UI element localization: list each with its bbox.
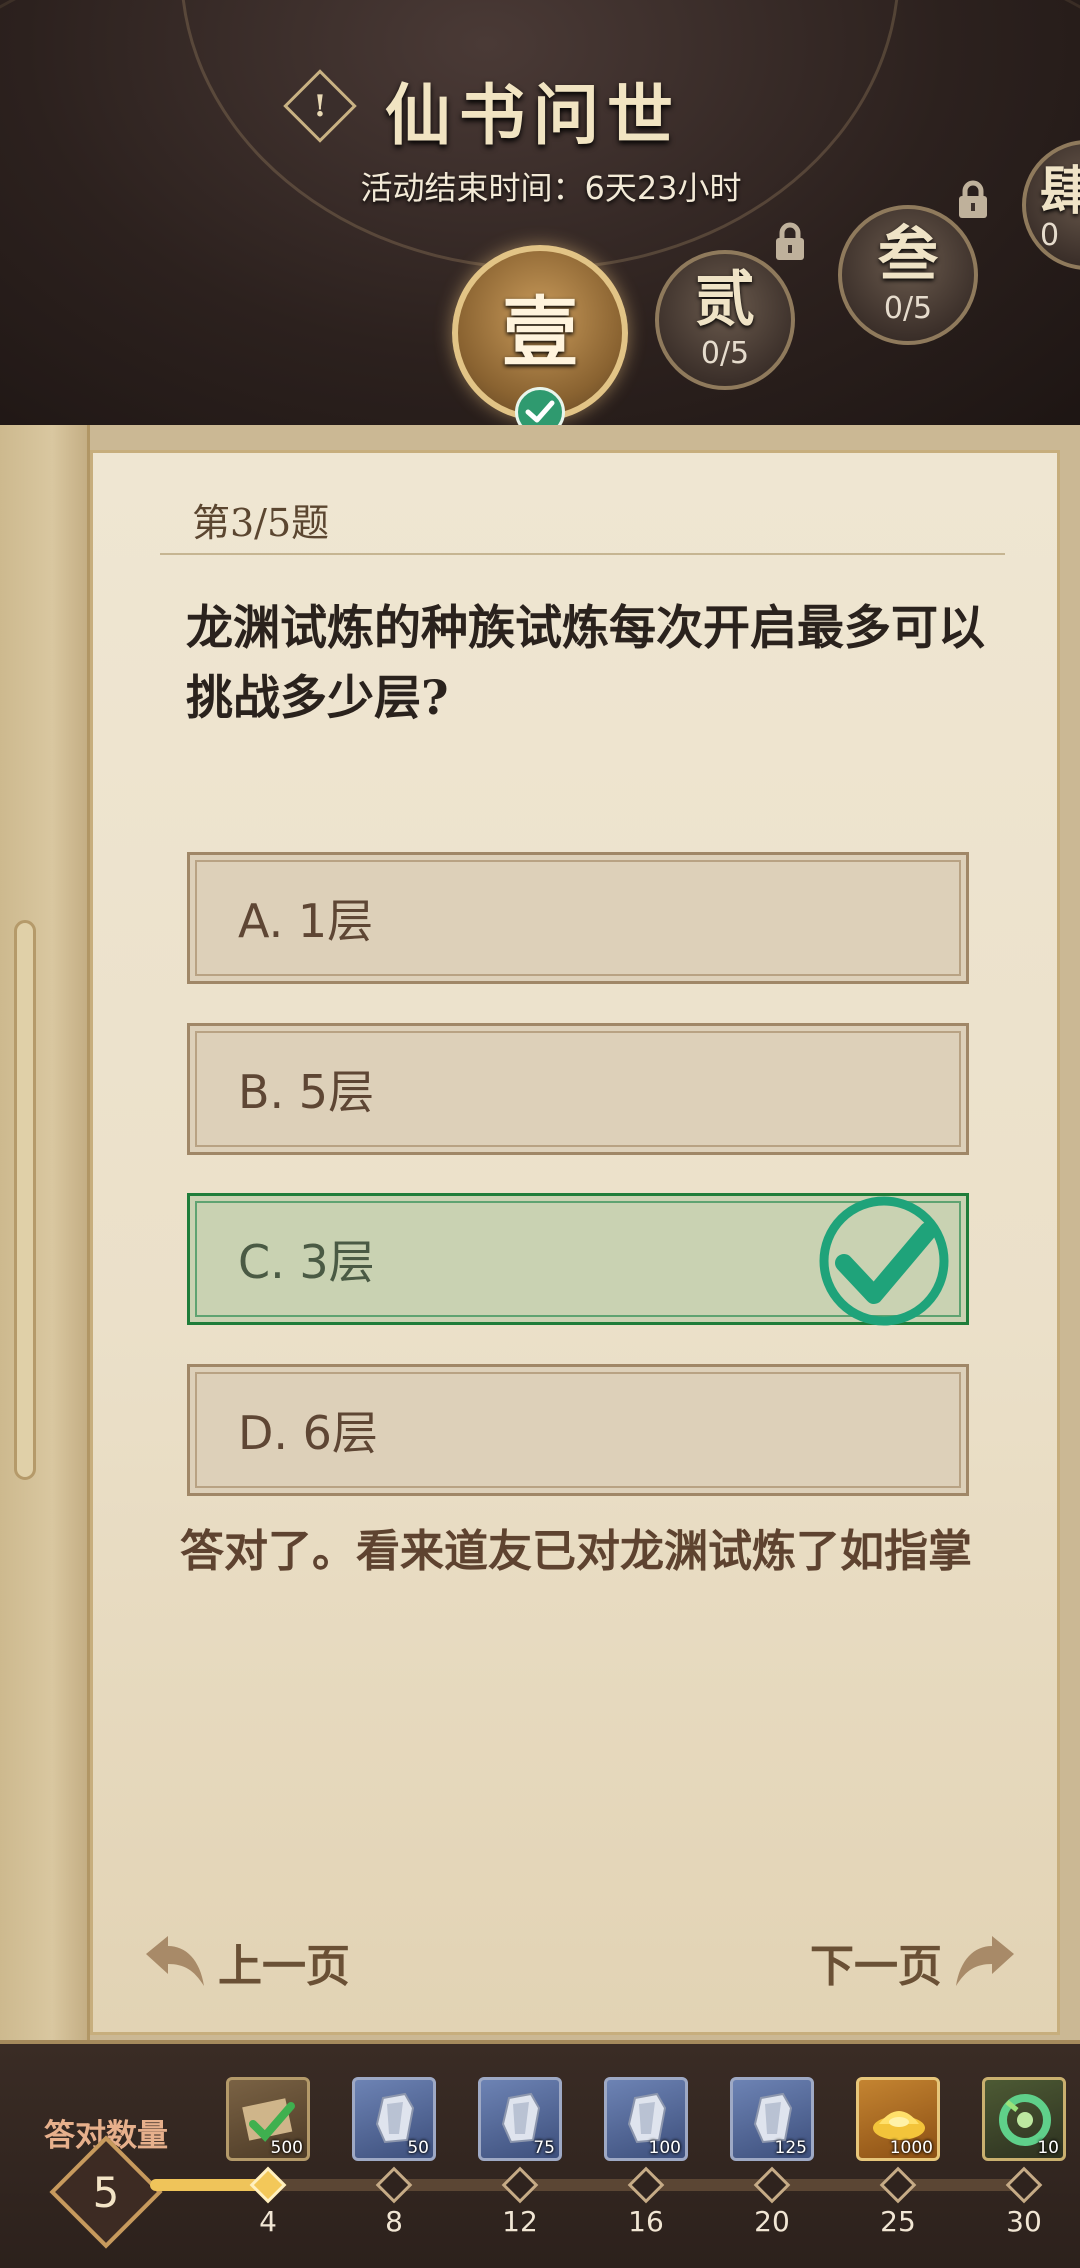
reward-qty: 50 bbox=[407, 2138, 429, 2158]
chapter-2-button[interactable]: 贰 0/5 bbox=[655, 250, 795, 390]
option-label: A. 1层 bbox=[238, 894, 374, 948]
option-label: C. 3层 bbox=[238, 1235, 375, 1289]
reward-item[interactable]: 125 bbox=[730, 2077, 814, 2161]
info-icon[interactable]: ! bbox=[283, 69, 357, 143]
lock-icon bbox=[959, 180, 987, 218]
option-label: D. 6层 bbox=[238, 1406, 378, 1460]
chapter-progress: 0/5 bbox=[883, 290, 933, 326]
milestone-label: 16 bbox=[628, 2205, 664, 2238]
milestone-label: 4 bbox=[259, 2205, 277, 2238]
reward-qty: 1000 bbox=[889, 2138, 933, 2158]
reward-item[interactable]: 100 bbox=[604, 2077, 688, 2161]
title-row: ! 仙书问世 bbox=[0, 62, 1080, 154]
reward-qty: 500 bbox=[270, 2138, 303, 2158]
event-countdown: 活动结束时间：6天23小时 bbox=[360, 169, 742, 207]
reward-item[interactable]: 500 bbox=[226, 2077, 310, 2161]
reward-qty: 100 bbox=[648, 2138, 681, 2158]
chapter-3-button[interactable]: 叁 0/5 bbox=[838, 205, 978, 345]
next-page-button[interactable]: 下一页 bbox=[810, 1930, 1022, 1994]
next-page-label: 下一页 bbox=[810, 1941, 942, 1992]
arrow-right-icon bbox=[956, 1936, 1014, 1986]
chapter-label: 壹 bbox=[502, 288, 578, 377]
option-label: B. 5层 bbox=[238, 1065, 375, 1119]
option-b-button[interactable]: B. 5层 bbox=[187, 1023, 969, 1155]
reward-item[interactable]: 10 bbox=[982, 2077, 1066, 2161]
milestone-label: 20 bbox=[754, 2205, 790, 2238]
reward-item[interactable]: 1000 bbox=[856, 2077, 940, 2161]
page-title: 仙书问世 bbox=[385, 76, 681, 154]
answer-feedback: 答对了。看来道友已对龙渊试炼了如指掌 bbox=[180, 1526, 972, 1577]
milestone-label: 30 bbox=[1006, 2205, 1042, 2238]
chapter-progress: 0 bbox=[1040, 218, 1060, 253]
milestone-label: 8 bbox=[385, 2205, 403, 2238]
header: ! 仙书问世 活动结束时间：6天23小时 壹 贰 0/5 叁 0/5 肆 0 bbox=[0, 0, 1080, 440]
chapter-label: 肆 bbox=[1040, 161, 1080, 222]
correct-count-value: 5 bbox=[92, 2167, 120, 2217]
milestone-label: 12 bbox=[502, 2205, 538, 2238]
scroll-bar[interactable] bbox=[14, 920, 36, 1480]
correct-check-icon bbox=[819, 1196, 949, 1326]
reward-qty: 125 bbox=[774, 2138, 807, 2158]
question-number: 第3/5题 bbox=[192, 501, 330, 545]
reward-qty: 75 bbox=[533, 2138, 555, 2158]
prev-page-button[interactable]: 上一页 bbox=[138, 1930, 350, 1994]
milestone-label: 25 bbox=[880, 2205, 916, 2238]
reward-item[interactable]: 75 bbox=[478, 2077, 562, 2161]
divider bbox=[160, 553, 1005, 555]
chapter-progress: 0/5 bbox=[700, 335, 750, 371]
option-d-button[interactable]: D. 6层 bbox=[187, 1364, 969, 1496]
reward-item[interactable]: 50 bbox=[352, 2077, 436, 2161]
chapter-label: 贰 bbox=[695, 264, 755, 335]
chapter-label: 叁 bbox=[878, 219, 938, 290]
arrow-left-icon bbox=[146, 1936, 204, 1986]
lock-icon bbox=[776, 222, 804, 260]
question-text: 龙渊试炼的种族试炼每次开启最多可以挑战多少层? bbox=[186, 601, 985, 726]
option-c-button[interactable]: C. 3层 bbox=[187, 1193, 969, 1326]
option-a-button[interactable]: A. 1层 bbox=[187, 852, 969, 984]
prev-page-label: 上一页 bbox=[218, 1941, 350, 1992]
reward-qty: 10 bbox=[1037, 2138, 1059, 2158]
